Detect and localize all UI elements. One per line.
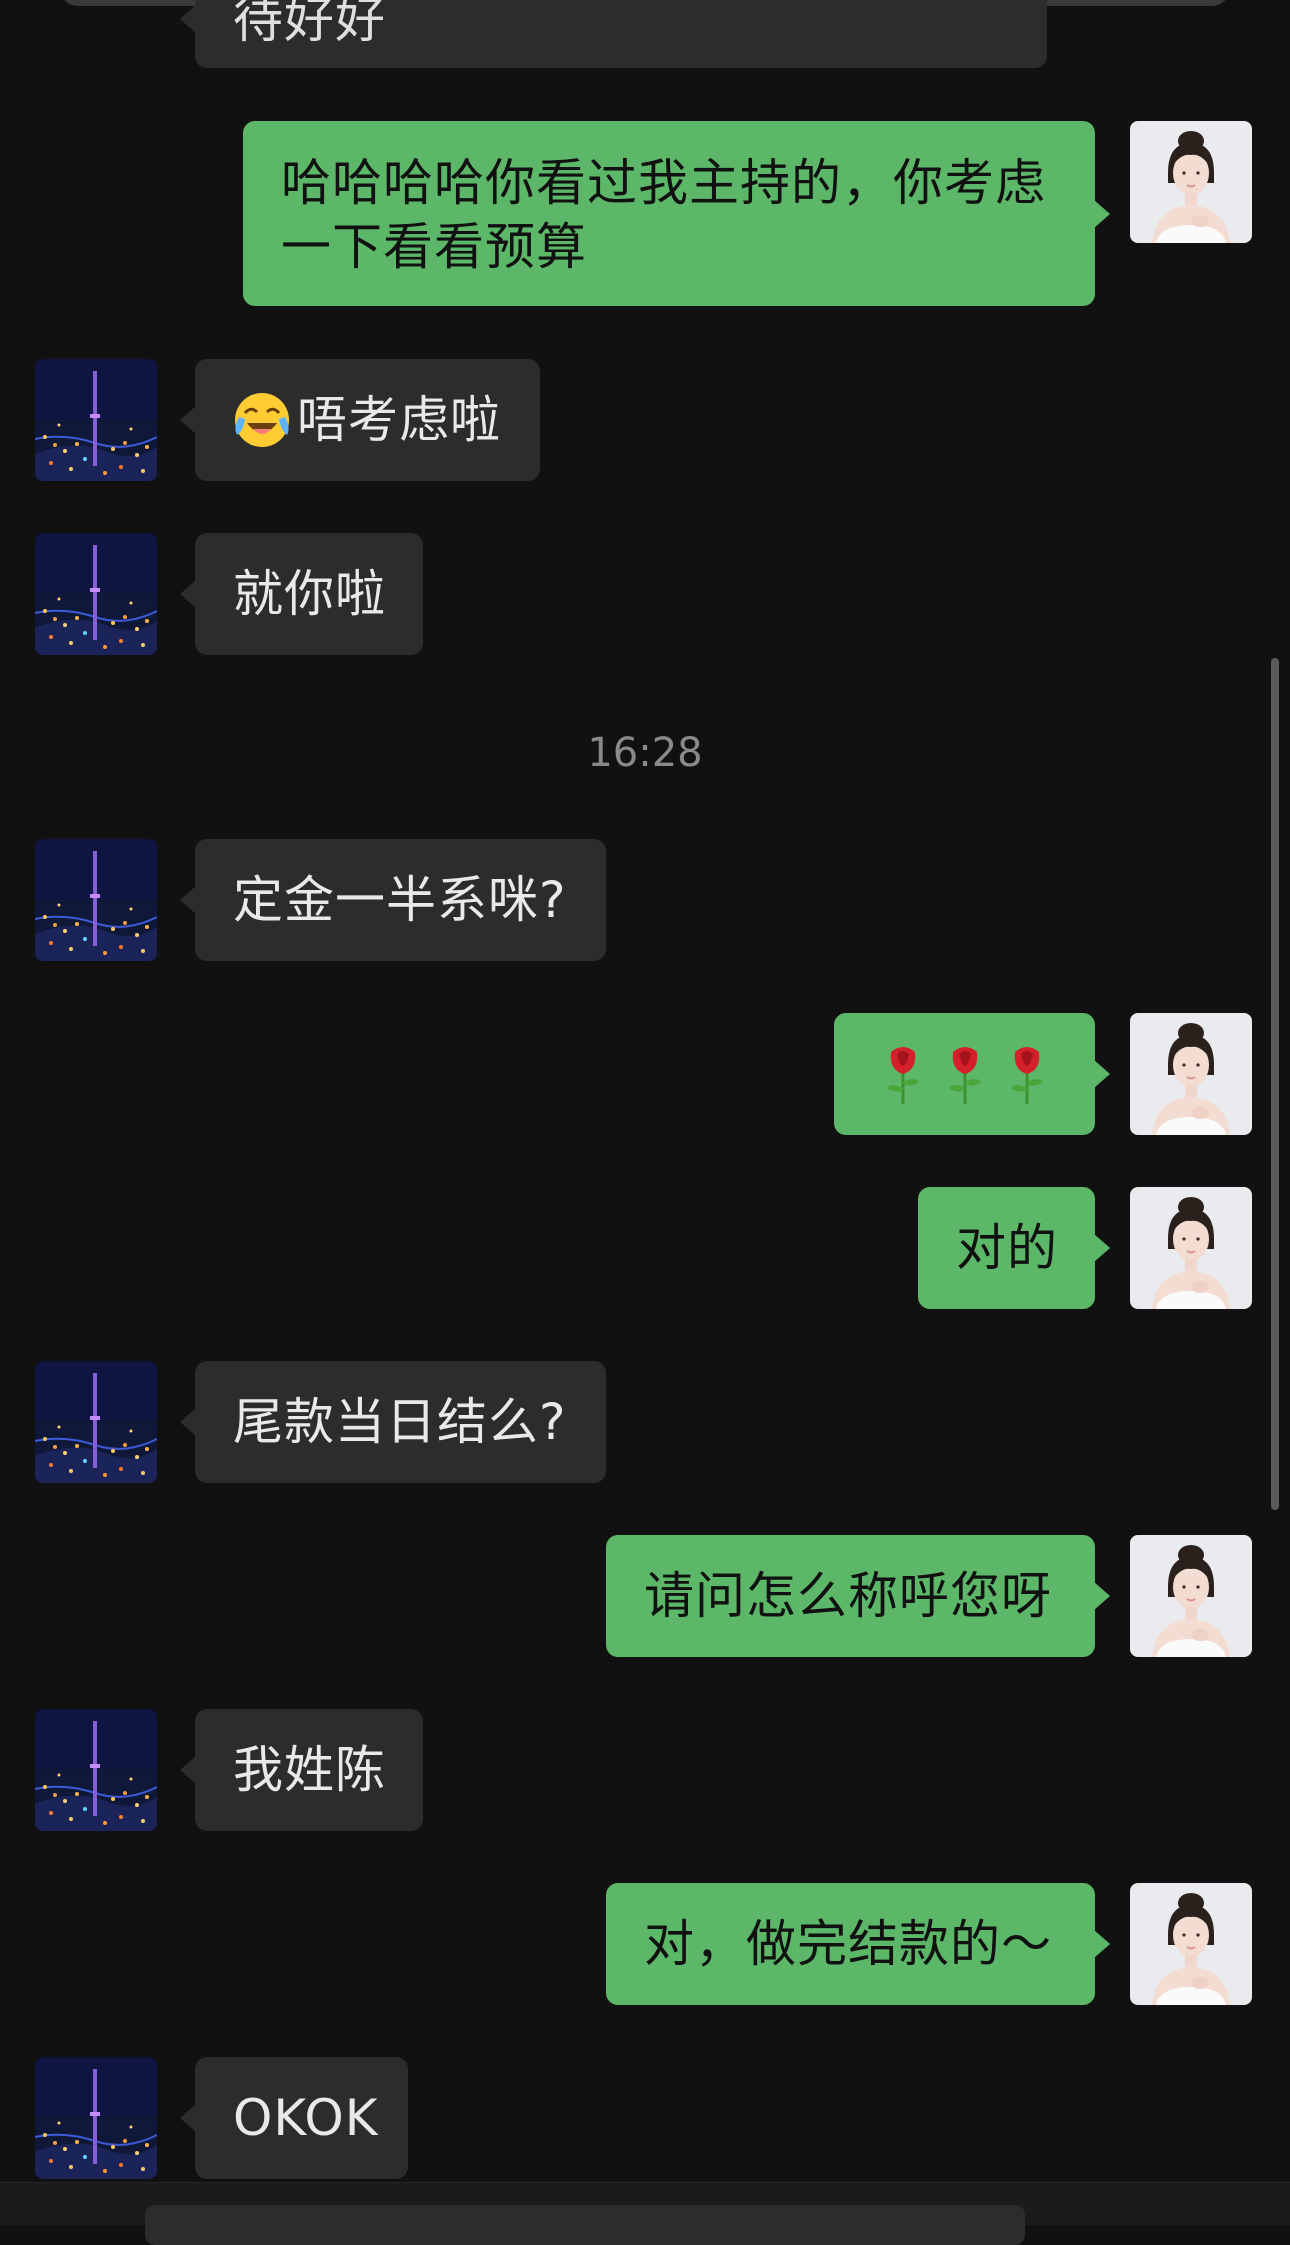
incoming-user-avatar[interactable] [35, 1361, 157, 1483]
outgoing-user-avatar[interactable] [1130, 121, 1252, 243]
outgoing-user-avatar[interactable] [1130, 1535, 1252, 1657]
outgoing-user-avatar[interactable] [1130, 1187, 1252, 1309]
outgoing-message-bubble[interactable]: 请问怎么称呼您呀 [606, 1535, 1110, 1657]
outgoing-user-avatar[interactable] [1130, 1013, 1252, 1135]
rose-icon [881, 1042, 925, 1106]
chat-area[interactable]: 待好好 哈哈哈哈你看过我主持的，你考虑一下看看预算 唔考虑啦 就你啦 16:28… [0, 0, 1290, 2245]
message-text: OKOK [233, 2089, 379, 2147]
outgoing-user-avatar[interactable] [1130, 1883, 1252, 2005]
incoming-message-bubble[interactable]: 就你啦 [180, 533, 423, 655]
incoming-user-avatar[interactable] [35, 533, 157, 655]
incoming-user-avatar[interactable] [35, 839, 157, 961]
message-input-field[interactable] [145, 2205, 1025, 2245]
message-text: 我姓陈 [233, 1741, 386, 1799]
message-text: 定金一半系咪? [233, 871, 567, 929]
incoming-user-avatar[interactable] [35, 2057, 157, 2179]
message-text: 唔考虑啦 [297, 391, 501, 449]
outgoing-message-bubble[interactable]: 对的 [918, 1187, 1110, 1309]
rose-icon [1005, 1042, 1049, 1106]
message-text: 待好好 [233, 0, 386, 49]
timestamp-label: 16:28 [587, 730, 703, 776]
vertical-scrollbar[interactable] [1271, 658, 1279, 1510]
message-text: 对，做完结款的～ [644, 1915, 1052, 1973]
message-text: 哈哈哈哈你看过我主持的，你考虑一下看看预算 [281, 154, 1046, 276]
input-toolbar [0, 2182, 1290, 2245]
outgoing-message-bubble[interactable] [834, 1013, 1110, 1135]
incoming-message-bubble[interactable]: 唔考虑啦 [180, 359, 540, 481]
incoming-message-bubble[interactable]: OKOK [180, 2057, 408, 2179]
incoming-message-bubble[interactable]: 定金一半系咪? [180, 839, 606, 961]
rose-icon [943, 1042, 987, 1106]
crying-laughing-face-icon [233, 391, 291, 449]
incoming-message-bubble[interactable]: 待好好 [180, 0, 1047, 68]
message-text: 就你啦 [233, 565, 386, 623]
incoming-user-avatar[interactable] [35, 1709, 157, 1831]
outgoing-message-bubble[interactable]: 对，做完结款的～ [606, 1883, 1110, 2005]
incoming-user-avatar[interactable] [35, 359, 157, 481]
incoming-message-bubble[interactable]: 我姓陈 [180, 1709, 423, 1831]
message-text: 请问怎么称呼您呀 [644, 1567, 1052, 1625]
message-text: 对的 [956, 1219, 1058, 1277]
incoming-message-bubble[interactable]: 尾款当日结么? [180, 1361, 606, 1483]
message-text: 尾款当日结么? [233, 1393, 567, 1451]
outgoing-message-bubble[interactable]: 哈哈哈哈你看过我主持的，你考虑一下看看预算 [243, 121, 1110, 306]
